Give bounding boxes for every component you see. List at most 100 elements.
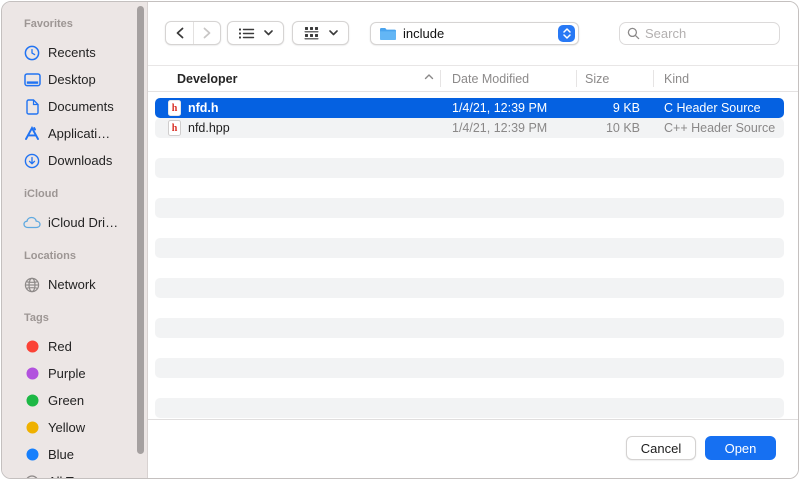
column-header-developer[interactable]: Developer	[177, 72, 237, 86]
file-kind: C Header Source	[664, 101, 761, 115]
desktop-icon	[23, 71, 41, 89]
sidebar-item-label: Documents	[48, 99, 114, 114]
dialog-footer: Cancel Open	[148, 419, 798, 478]
empty-list-row	[155, 258, 784, 278]
empty-list-row	[155, 358, 784, 378]
column-header-kind[interactable]: Kind	[664, 72, 689, 86]
tag-dot-icon	[23, 446, 41, 464]
sidebar-item-label: Desktop	[48, 72, 96, 87]
forward-button[interactable]	[193, 22, 220, 44]
empty-list-row	[155, 198, 784, 218]
sidebar-item-network[interactable]: Network	[2, 271, 147, 298]
sidebar-section-label-favorites: Favorites	[2, 17, 147, 31]
clock-icon	[23, 44, 41, 62]
sidebar-section-label-locations: Locations	[2, 249, 147, 263]
sidebar-item-yellow[interactable]: Yellow	[2, 414, 147, 441]
sidebar-item-label: Network	[48, 277, 96, 292]
file-row-nfd.h[interactable]: hnfd.h1/4/21, 12:39 PM9 KBC Header Sourc…	[155, 98, 784, 118]
tag-dot-icon	[23, 365, 41, 383]
column-header-date-modified[interactable]: Date Modified	[452, 72, 529, 86]
sidebar-item-label: Green	[48, 393, 84, 408]
chevron-right-icon	[202, 27, 212, 39]
chevron-down-icon	[329, 30, 338, 36]
sidebar: Favorites Recents Desktop Documents Applicat…	[2, 2, 148, 478]
location-label: include	[403, 26, 444, 41]
sidebar-scrollbar[interactable]	[137, 6, 144, 454]
group-view-icon	[303, 26, 320, 40]
sidebar-item-all-tags[interactable]: All Tags	[2, 468, 147, 478]
empty-list-row	[155, 278, 784, 298]
list-view-button[interactable]	[227, 21, 284, 45]
back-button[interactable]	[166, 22, 193, 44]
open-button[interactable]: Open	[705, 436, 776, 460]
folder-icon	[379, 27, 397, 41]
file-size: 10 KB	[515, 121, 640, 135]
sidebar-section-gap	[2, 298, 147, 311]
sidebar-item-icloud-dri[interactable]: iCloud Dri…	[2, 209, 147, 236]
h-source-file-icon: h	[168, 100, 181, 116]
location-dropdown[interactable]: include	[370, 22, 579, 45]
empty-list-row	[155, 138, 784, 158]
empty-list-row	[155, 238, 784, 258]
sidebar-item-recents[interactable]: Recents	[2, 39, 147, 66]
sidebar-item-red[interactable]: Red	[2, 333, 147, 360]
empty-list-row	[155, 298, 784, 318]
sidebar-item-applicati[interactable]: Applicati…	[2, 120, 147, 147]
file-row-nfd.hpp[interactable]: hnfd.hpp1/4/21, 12:39 PM10 KBC++ Header …	[155, 118, 784, 138]
search-field[interactable]	[619, 22, 780, 45]
sidebar-item-label: All Tags	[48, 474, 93, 478]
sidebar-item-label: Yellow	[48, 420, 85, 435]
sidebar-item-label: Purple	[48, 366, 86, 381]
empty-list-row	[155, 318, 784, 338]
main-pane: include Developer Date Modified	[148, 2, 798, 478]
sidebar-item-purple[interactable]: Purple	[2, 360, 147, 387]
cloud-icon	[23, 214, 41, 232]
cancel-button[interactable]: Cancel	[626, 436, 696, 460]
empty-list-row	[155, 378, 784, 398]
file-name: nfd.hpp	[188, 121, 230, 135]
sidebar-item-label: Blue	[48, 447, 74, 462]
column-header-size[interactable]: Size	[585, 72, 609, 86]
column-separator[interactable]	[576, 70, 577, 87]
empty-list-row	[155, 398, 784, 418]
sidebar-item-blue[interactable]: Blue	[2, 441, 147, 468]
sidebar-section-label-tags: Tags	[2, 311, 147, 325]
chevron-left-icon	[175, 27, 185, 39]
empty-list-row	[155, 178, 784, 198]
sidebar-item-downloads[interactable]: Downloads	[2, 147, 147, 174]
column-separator[interactable]	[653, 70, 654, 87]
appstore-a-icon	[23, 125, 41, 143]
tag-dot-icon	[23, 392, 41, 410]
empty-list-row	[155, 338, 784, 358]
sidebar-section-label-icloud: iCloud	[2, 187, 147, 201]
nav-button-group	[165, 21, 221, 45]
sidebar-item-label: Recents	[48, 45, 96, 60]
chevron-down-icon	[264, 30, 273, 36]
download-circle-icon	[23, 152, 41, 170]
search-input[interactable]	[645, 26, 760, 41]
sidebar-item-desktop[interactable]: Desktop	[2, 66, 147, 93]
empty-list-row	[155, 218, 784, 238]
magnifier-icon	[627, 27, 640, 40]
sort-ascending-icon[interactable]	[424, 73, 434, 80]
sidebar-item-green[interactable]: Green	[2, 387, 147, 414]
h-source-file-icon: h	[168, 120, 181, 136]
sidebar-item-label: iCloud Dri…	[48, 215, 118, 230]
up-down-chevrons-icon[interactable]	[558, 25, 575, 42]
sidebar-item-documents[interactable]: Documents	[2, 93, 147, 120]
empty-list-row	[155, 158, 784, 178]
list-view-icon	[238, 27, 255, 40]
file-list: hnfd.h1/4/21, 12:39 PM9 KBC Header Sourc…	[148, 92, 798, 419]
tag-dot-icon	[23, 338, 41, 356]
column-separator[interactable]	[440, 70, 441, 87]
sidebar-item-label: Red	[48, 339, 72, 354]
document-icon	[23, 98, 41, 116]
toolbar: include	[148, 2, 798, 65]
sidebar-item-label: Downloads	[48, 153, 112, 168]
sidebar-item-label: Applicati…	[48, 126, 110, 141]
file-kind: C++ Header Source	[664, 121, 775, 135]
sidebar-section-gap	[2, 174, 147, 187]
file-size: 9 KB	[515, 101, 640, 115]
tag-dot-icon	[23, 419, 41, 437]
group-view-button[interactable]	[292, 21, 349, 45]
